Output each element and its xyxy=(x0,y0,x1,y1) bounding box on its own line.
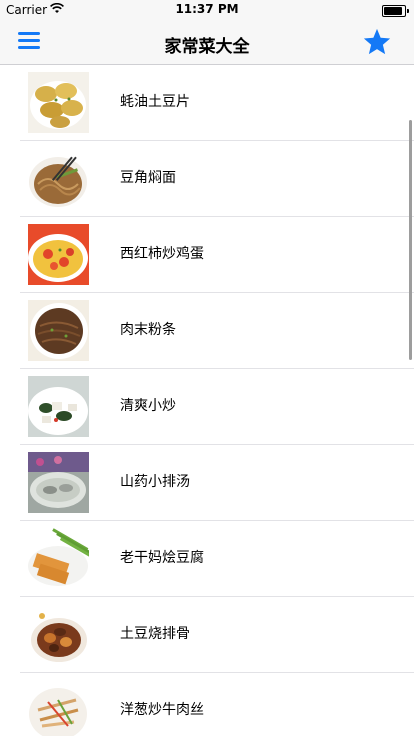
dish-name: 肉末粉条 xyxy=(120,322,176,338)
dish-row[interactable]: 西红柿炒鸡蛋 xyxy=(20,217,414,293)
scrollbar[interactable] xyxy=(409,120,412,360)
dish-name: 山药小排汤 xyxy=(120,474,190,490)
dish-name: 洋葱炒牛肉丝 xyxy=(120,702,204,718)
dish-name: 清爽小炒 xyxy=(120,398,176,414)
dish-thumbnail xyxy=(28,452,89,513)
battery-icon xyxy=(382,5,409,17)
dish-row[interactable]: 豆角焖面 xyxy=(20,141,414,217)
dish-thumbnail xyxy=(28,528,89,589)
dish-row[interactable]: 蚝油土豆片 xyxy=(20,65,414,141)
dish-row[interactable]: 山药小排汤 xyxy=(20,445,414,521)
dish-row[interactable]: 老干妈烩豆腐 xyxy=(20,521,414,597)
dish-thumbnail xyxy=(28,72,89,133)
dish-thumbnail xyxy=(28,680,89,736)
dish-row[interactable]: 肉末粉条 xyxy=(20,293,414,369)
dish-row[interactable]: 洋葱炒牛肉丝 xyxy=(20,673,414,736)
dish-name: 豆角焖面 xyxy=(120,170,176,186)
dish-list[interactable]: 蚝油土豆片 豆角焖面 西红柿炒鸡蛋 肉末粉条 清爽小炒 山药小排汤 老干妈烩豆腐… xyxy=(0,65,414,736)
navigation-bar: 家常菜大全 xyxy=(0,20,414,65)
page-title: 家常菜大全 xyxy=(164,37,250,57)
dish-name: 老干妈烩豆腐 xyxy=(120,550,204,566)
dish-thumbnail xyxy=(28,148,89,209)
dish-thumbnail xyxy=(28,300,89,361)
dish-row[interactable]: 清爽小炒 xyxy=(20,369,414,445)
dish-name: 土豆烧排骨 xyxy=(120,626,190,642)
dish-thumbnail xyxy=(28,376,89,437)
dish-thumbnail xyxy=(28,224,89,285)
status-bar: Carrier 11:37 PM xyxy=(0,0,414,20)
clock: 11:37 PM xyxy=(175,2,239,16)
dish-name: 蚝油土豆片 xyxy=(120,94,190,110)
favorites-button[interactable] xyxy=(362,27,392,57)
dish-name: 西红柿炒鸡蛋 xyxy=(120,246,204,262)
star-icon xyxy=(363,28,391,55)
dish-row[interactable]: 土豆烧排骨 xyxy=(20,597,414,673)
dish-thumbnail xyxy=(28,604,89,665)
